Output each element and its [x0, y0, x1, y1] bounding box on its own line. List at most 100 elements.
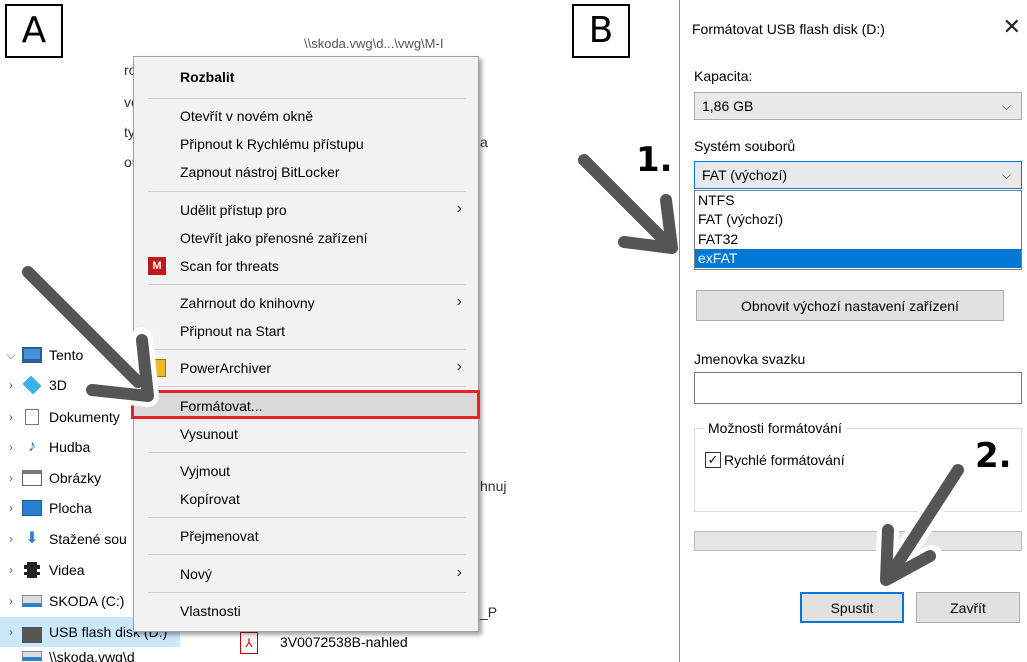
quick-format-checkbox[interactable]: ✓ [705, 452, 721, 468]
menu-item-label: Vyjmout [180, 463, 231, 479]
filesystem-option-fat32[interactable]: FAT32 [695, 230, 1021, 249]
drive-icon [22, 595, 42, 607]
menu-item-label: Otevřít jako přenosné zařízení [180, 230, 368, 246]
menu-item-label: PowerArchiver [180, 360, 272, 376]
chevron-right-icon: › [456, 358, 462, 375]
usb-drive-icon [22, 627, 42, 643]
tree-item-label: 3D [49, 377, 67, 393]
menu-item-label: Udělit přístup pro [180, 202, 287, 218]
tree-item-label: Videa [49, 562, 85, 578]
panel-b-label: B [572, 4, 630, 58]
chevron-right-icon[interactable]: › [0, 440, 22, 454]
volume-label-input[interactable] [694, 372, 1022, 404]
chevron-right-icon[interactable]: › [0, 625, 22, 639]
menu-item-label: Kopírovat [180, 491, 240, 507]
menu-item-label: Rozbalit [180, 69, 235, 85]
pdf-file-icon: ⅄ [240, 632, 258, 654]
menu-item-label: Otevřít v novém okně [180, 108, 314, 124]
menu-item-expand[interactable]: Rozbalit [134, 64, 478, 90]
close-button[interactable]: Zavřít [916, 592, 1020, 623]
chevron-right-icon[interactable]: › [0, 471, 22, 485]
chevron-down-icon: ⌵ [1001, 168, 1011, 182]
network-drive-icon [22, 651, 42, 661]
filesystem-select[interactable]: FAT (výchozí) ⌵ [694, 161, 1022, 189]
menu-item-properties[interactable]: Vlastnosti [134, 598, 478, 624]
format-progress-bar [694, 531, 1022, 551]
chevron-down-icon[interactable]: ⌵ [0, 348, 22, 363]
menu-separator [148, 517, 466, 518]
music-icon: ♪ [28, 438, 36, 455]
menu-separator [148, 98, 466, 99]
menu-item-label: Vlastnosti [180, 603, 241, 619]
menu-item-copy[interactable]: Kopírovat [134, 486, 478, 512]
filesystem-option-ntfs[interactable]: NTFS [695, 191, 1021, 210]
menu-item-new[interactable]: Nový › [134, 561, 478, 587]
download-icon: ⬇ [25, 530, 39, 547]
menu-separator [148, 452, 466, 453]
column-fragment: _P [480, 604, 498, 620]
filesystem-value: FAT (výchozí) [702, 167, 788, 183]
menu-item-open-portable[interactable]: Otevřít jako přenosné zařízení [134, 225, 478, 251]
tree-item-label: Hudba [49, 439, 91, 455]
menu-separator [148, 554, 466, 555]
menu-item-include-library[interactable]: Zahrnout do knihovny › [134, 290, 478, 316]
tree-item-label: SKODA (C:) [49, 593, 125, 609]
tree-item-label: Dokumenty [49, 409, 120, 425]
step-1-label: 1. [636, 140, 673, 180]
close-icon[interactable]: ✕ [1003, 14, 1021, 40]
chevron-right-icon[interactable]: › [0, 410, 22, 424]
cube-3d-icon [22, 375, 42, 395]
filesystem-label: Systém souborů [694, 138, 796, 154]
capacity-select[interactable]: 1,86 GB ⌵ [694, 92, 1022, 120]
powerarchiver-icon [148, 359, 166, 377]
menu-item-open-new-window[interactable]: Otevřít v novém okně [134, 103, 478, 129]
menu-item-bitlocker[interactable]: Zapnout nástroj BitLocker [134, 159, 478, 185]
menu-item-label: Nový [180, 566, 212, 582]
picture-icon [22, 470, 42, 486]
menu-item-label: Připnout na Start [180, 323, 286, 339]
tree-item-network-drive[interactable]: \\skoda.vwg\d [0, 647, 180, 662]
chevron-right-icon[interactable]: › [0, 594, 22, 608]
start-button[interactable]: Spustit [800, 592, 904, 623]
tree-item-label: \\skoda.vwg\d [49, 649, 135, 662]
menu-item-rename[interactable]: Přejmenovat [134, 523, 478, 549]
panel-a-label: A [5, 4, 63, 58]
menu-item-label: Scan for threats [180, 258, 279, 274]
filesystem-option-fat[interactable]: FAT (výchozí) [695, 210, 1021, 229]
document-icon [25, 409, 39, 425]
chevron-right-icon[interactable]: › [0, 501, 22, 515]
restore-defaults-button[interactable]: Obnovit výchozí nastavení zařízení [696, 290, 1004, 321]
menu-item-label: Zapnout nástroj BitLocker [180, 164, 340, 180]
chevron-right-icon[interactable]: › [0, 378, 22, 392]
filesystem-option-exfat[interactable]: exFAT [695, 249, 1021, 268]
quick-format-label[interactable]: Rychlé formátování [724, 452, 845, 468]
chevron-right-icon: › [456, 564, 462, 581]
file-name[interactable]: 3V0072538B-nahled [280, 634, 408, 650]
menu-item-pin-quick-access[interactable]: Připnout k Rychlému přístupu [134, 131, 478, 157]
menu-separator [148, 349, 466, 350]
chevron-right-icon: › [456, 200, 462, 217]
chevron-right-icon: › [456, 293, 462, 310]
menu-item-scan-threats[interactable]: M Scan for threats [134, 253, 478, 279]
format-options-legend: Možnosti formátování [704, 420, 846, 436]
menu-item-label: Připnout k Rychlému přístupu [180, 136, 364, 152]
format-highlight-box [131, 390, 480, 419]
menu-separator [148, 284, 466, 285]
mcafee-shield-icon: M [148, 257, 166, 275]
column-fragment: hnuj [480, 478, 507, 494]
chevron-right-icon[interactable]: › [0, 563, 22, 577]
volume-label-label: Jmenovka svazku [694, 351, 806, 367]
dialog-title: Formátovat USB flash disk (D:) [692, 21, 885, 37]
video-icon [24, 562, 40, 578]
chevron-right-icon[interactable]: › [0, 532, 22, 546]
capacity-value: 1,86 GB [702, 98, 754, 114]
column-fragment: a [480, 134, 488, 150]
chevron-down-icon: ⌵ [1001, 99, 1011, 113]
format-dialog: Formátovat USB flash disk (D:) ✕ Kapacit… [679, 0, 1027, 662]
menu-item-eject[interactable]: Vysunout [134, 421, 478, 447]
menu-item-cut[interactable]: Vyjmout [134, 458, 478, 484]
menu-item-pin-start[interactable]: Připnout na Start [134, 318, 478, 344]
menu-item-powerarchiver[interactable]: PowerArchiver › [134, 355, 478, 381]
pc-icon [22, 347, 42, 363]
menu-item-grant-access[interactable]: Udělit přístup pro › [134, 197, 478, 223]
